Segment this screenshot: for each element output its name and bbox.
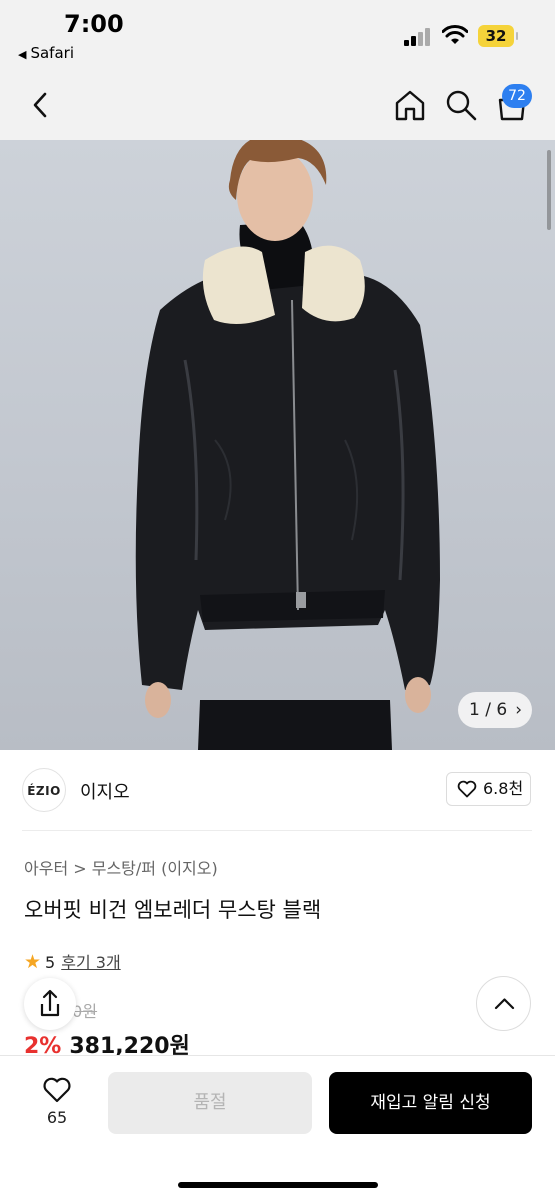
cart-count-badge: 72 [502,84,532,108]
top-nav-bar [0,72,555,140]
breadcrumb[interactable]: 아우터 > 무스탕/퍼 (이지오) [24,855,218,879]
reviews-link[interactable]: 후기 3개 [61,953,120,972]
brand-like-count: 6.8천 [483,779,524,798]
share-button[interactable] [24,978,76,1030]
wishlist-count: 65 [46,1108,68,1127]
chevron-up-icon [494,998,515,1010]
home-indicator[interactable] [178,1182,378,1188]
image-counter[interactable]: 1 / 6 › [458,692,532,728]
heart-icon [43,1077,71,1103]
star-icon: ★ [24,951,42,973]
model-jacket-illustration [135,140,440,750]
product-title: 오버핏 비건 엠보레더 무스탕 블랙 [24,898,322,922]
image-counter-text: 1 / 6 [469,700,508,720]
brand-like-button[interactable]: 6.8천 [446,772,531,806]
home-icon[interactable] [393,88,427,122]
product-image[interactable] [0,140,555,750]
back-to-app-link[interactable]: ◀ Safari [18,44,74,62]
battery-indicator: 32 [478,25,518,47]
chevron-right-icon: › [515,700,522,720]
heart-outline-icon [457,780,477,798]
search-icon[interactable] [444,88,478,122]
scroll-top-button[interactable] [476,976,531,1031]
status-time: 7:00 [64,10,124,38]
back-triangle-icon: ◀ [18,48,27,61]
brand-logo[interactable]: ÉZIO [22,768,66,812]
rating-row: ★ 5 후기 3개 [24,949,121,973]
section-divider [22,830,532,831]
cellular-signal-icon [404,28,434,46]
wishlist-button[interactable]: 65 [30,1074,84,1132]
back-arrow-icon[interactable] [26,90,56,120]
page-scrollbar[interactable] [547,150,551,230]
share-icon [40,989,60,1017]
soldout-button: 품절 [108,1072,312,1134]
wifi-icon [442,25,468,44]
back-app-label: Safari [30,44,74,62]
brand-name[interactable]: 이지오 [80,778,130,804]
restock-alert-button[interactable]: 재입고 알림 신청 [329,1072,532,1134]
rating-value: 5 [45,953,56,972]
status-bar: 7:00 ◀ Safari 32 [0,0,555,72]
